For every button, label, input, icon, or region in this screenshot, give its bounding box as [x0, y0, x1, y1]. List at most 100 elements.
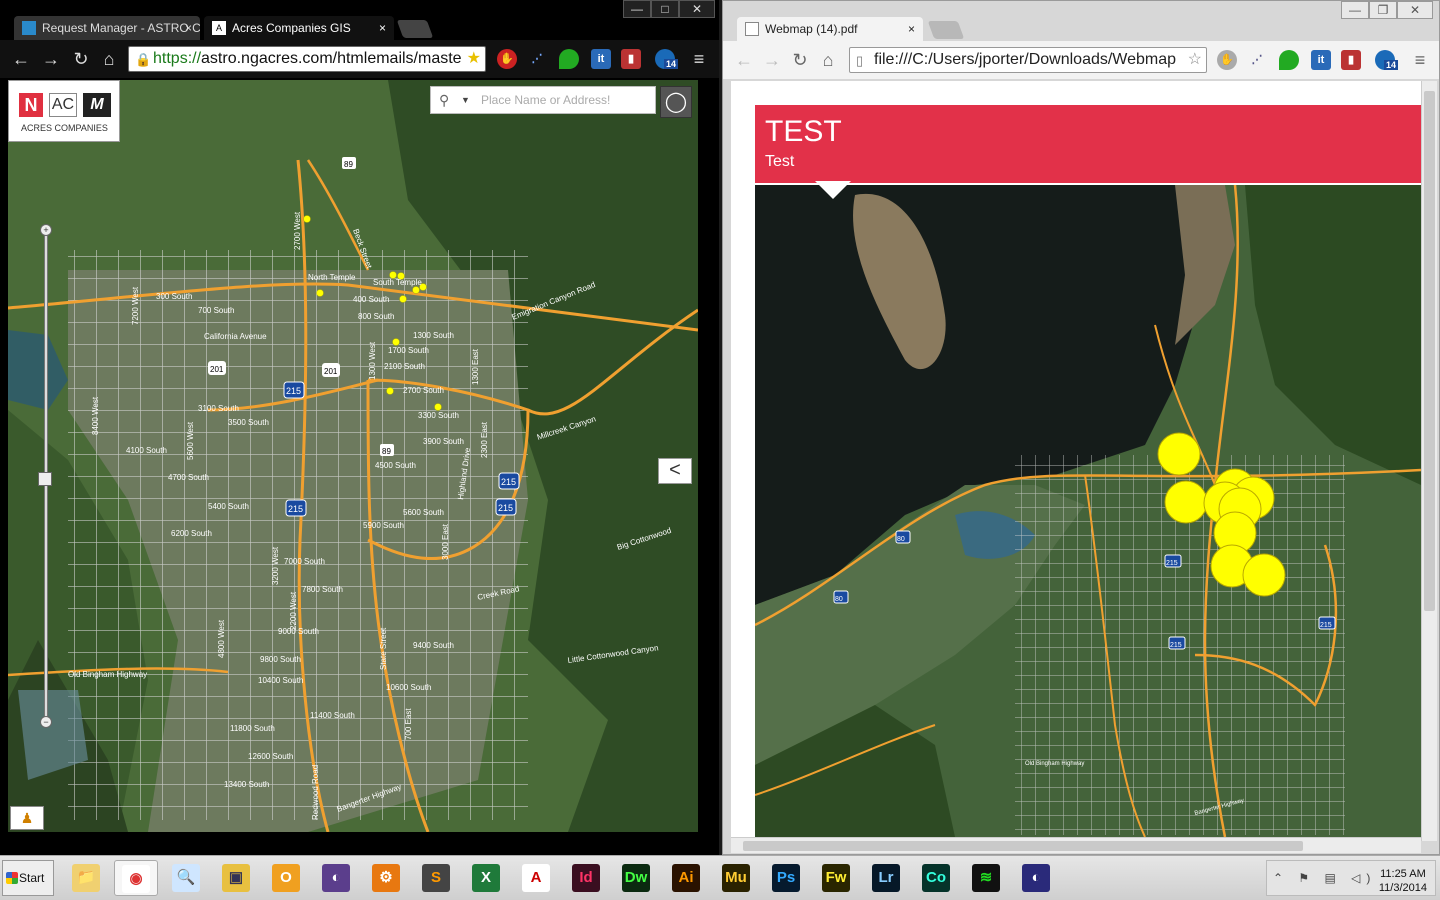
share-icon[interactable]: ⋰: [527, 49, 547, 69]
taskbar-outlook-button[interactable]: O: [264, 860, 308, 896]
close-window-icon[interactable]: ✕: [1397, 1, 1433, 19]
taskbar-muse-button[interactable]: Mu: [714, 860, 758, 896]
logo-subtitle: ACRES COMPANIES: [21, 123, 108, 133]
clock[interactable]: 11:25 AM 11/3/2014: [1379, 867, 1427, 895]
gis-map[interactable]: North Temple South Temple 400 South 800 …: [8, 80, 698, 832]
fireworks-icon: Fw: [822, 864, 850, 892]
taskbar-search-app-button[interactable]: 🔍: [164, 860, 208, 896]
close-icon[interactable]: ×: [379, 16, 386, 40]
extension-badge-icon[interactable]: 14: [655, 49, 679, 69]
map-label: 10400 South: [258, 676, 303, 685]
zoom-slider-thumb[interactable]: [38, 472, 52, 486]
taskbar-spotify-button[interactable]: ≋: [964, 860, 1008, 896]
evernote-icon[interactable]: [559, 49, 579, 69]
collapse-panel-button[interactable]: <: [658, 458, 692, 484]
map-label: 12600 South: [248, 752, 293, 761]
taskbar-dreamweaver-button[interactable]: Dw: [614, 860, 658, 896]
new-tab-button[interactable]: [927, 21, 965, 39]
reload-icon[interactable]: ↻: [789, 49, 811, 71]
back-arrow-icon[interactable]: ←: [733, 49, 755, 71]
back-arrow-icon[interactable]: ←: [10, 48, 32, 70]
close-icon[interactable]: ×: [908, 17, 915, 41]
map-label: 4500 South: [375, 461, 416, 470]
shield-label: 80: [897, 536, 905, 543]
new-tab-button[interactable]: [396, 20, 434, 38]
close-icon[interactable]: ×: [185, 16, 192, 40]
taskbar-file-explorer-button[interactable]: 📁: [64, 860, 108, 896]
minimize-icon[interactable]: —: [623, 0, 651, 18]
taskbar-illustrator-button[interactable]: Ai: [664, 860, 708, 896]
forward-arrow-icon[interactable]: →: [40, 48, 62, 70]
taskbar-package-app-button[interactable]: ▣: [214, 860, 258, 896]
spotify-icon: ≋: [972, 864, 1000, 892]
bookmark-ext-icon[interactable]: ▮: [621, 49, 641, 69]
url-protocol: https://: [153, 50, 202, 67]
minimize-icon[interactable]: —: [1341, 1, 1369, 19]
home-icon[interactable]: ⌂: [817, 49, 839, 71]
evernote-icon[interactable]: [1279, 50, 1299, 70]
menu-icon[interactable]: ≡: [688, 48, 710, 70]
shield-label: 80: [835, 596, 843, 603]
forward-arrow-icon[interactable]: →: [761, 49, 783, 71]
taskbar-acrobat-button[interactable]: A: [514, 860, 558, 896]
taskbar-eclipse-2-button[interactable]: ◐: [1014, 860, 1058, 896]
locate-button[interactable]: ◯: [660, 86, 692, 118]
bookmark-ext-icon[interactable]: ▮: [1341, 50, 1361, 70]
map-label: 6200 South: [171, 529, 212, 538]
star-icon[interactable]: ☆: [1188, 48, 1202, 72]
map-label: 400 South: [353, 295, 389, 304]
street-view-pegman-icon[interactable]: ♟: [10, 806, 44, 830]
map-label: 800 South: [358, 312, 394, 321]
zoom-in-icon[interactable]: +: [40, 224, 52, 236]
tab-webmap-pdf[interactable]: Webmap (14).pdf ×: [737, 17, 923, 41]
chevron-down-icon[interactable]: ▼: [461, 87, 470, 113]
place-search-input[interactable]: ⚲ ▼ Place Name or Address!: [430, 86, 656, 114]
reload-icon[interactable]: ↻: [70, 48, 92, 70]
taskbar-settings-app-button[interactable]: ⚙: [364, 860, 408, 896]
adblock-icon[interactable]: ✋: [1217, 50, 1237, 70]
taskbar-sublime-button[interactable]: S: [414, 860, 458, 896]
instapaper-icon[interactable]: it: [1311, 50, 1331, 70]
adblock-icon[interactable]: ✋: [497, 49, 517, 69]
scroll-thumb[interactable]: [743, 841, 1303, 851]
taskbar-excel-button[interactable]: X: [464, 860, 508, 896]
address-bar[interactable]: ▯ file:///C:/Users/jporter/Downloads/Web…: [849, 47, 1207, 73]
taskbar-fireworks-button[interactable]: Fw: [814, 860, 858, 896]
start-button[interactable]: Start: [2, 860, 54, 896]
taskbar-coda-button[interactable]: Co: [914, 860, 958, 896]
taskbar-indesign-button[interactable]: Id: [564, 860, 608, 896]
search-icon[interactable]: ⚲: [439, 87, 449, 113]
taskbar-lightroom-button[interactable]: Lr: [864, 860, 908, 896]
coda-icon: Co: [922, 864, 950, 892]
scroll-thumb[interactable]: [1424, 91, 1435, 611]
map-label: 2100 South: [384, 362, 425, 371]
share-icon[interactable]: ⋰: [1247, 50, 1267, 70]
zoom-out-icon[interactable]: −: [40, 716, 52, 728]
excel-icon: X: [472, 864, 500, 892]
taskbar-eclipse-button[interactable]: ◐: [314, 860, 358, 896]
taskbar-photoshop-button[interactable]: Ps: [764, 860, 808, 896]
maximize-icon[interactable]: □: [651, 0, 679, 18]
taskbar-chrome-button[interactable]: ◉: [114, 860, 158, 896]
search-app-icon: 🔍: [172, 864, 200, 892]
eclipse-2-icon: ◐: [1022, 864, 1050, 892]
tab-request-manager[interactable]: Request Manager - ASTRO C ×: [14, 16, 200, 40]
map-label: 1300 South: [413, 331, 454, 340]
star-icon[interactable]: ★: [467, 47, 481, 71]
instapaper-icon[interactable]: it: [591, 49, 611, 69]
tab-acres-gis[interactable]: A Acres Companies GIS ×: [204, 16, 394, 40]
tray-icons[interactable]: ⌃ ⚑ ▤ ◁): [1273, 871, 1376, 885]
map-label: 3300 South: [418, 411, 459, 420]
clock-date: 11/3/2014: [1378, 882, 1427, 894]
home-icon[interactable]: ⌂: [98, 48, 120, 70]
horizontal-scrollbar[interactable]: [731, 837, 1421, 853]
vertical-scrollbar[interactable]: [1421, 81, 1437, 841]
extension-badge-icon[interactable]: 14: [1375, 50, 1399, 70]
menu-icon[interactable]: ≡: [1409, 49, 1431, 71]
map-label: California Avenue: [204, 332, 267, 341]
map-label: 7200 West: [131, 286, 140, 325]
left-tab-bar: Request Manager - ASTRO C × A Acres Comp…: [0, 0, 719, 40]
close-window-icon[interactable]: ✕: [679, 0, 715, 18]
restore-icon[interactable]: ❐: [1369, 1, 1397, 19]
address-bar[interactable]: 🔒 https://astro.ngacres.com/htmlemails/m…: [128, 46, 486, 72]
